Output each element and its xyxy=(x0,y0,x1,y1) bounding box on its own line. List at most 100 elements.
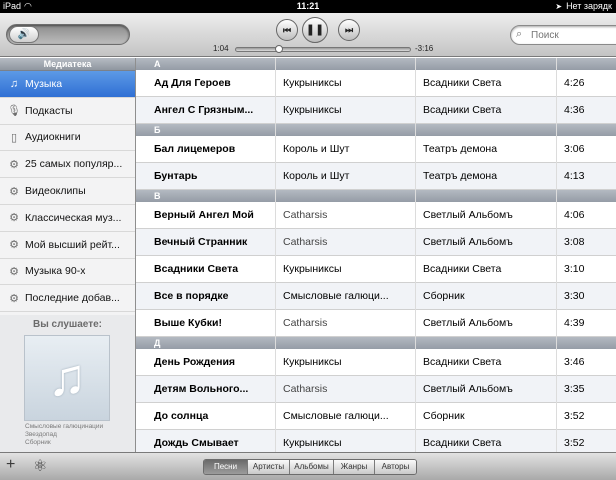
album-artwork[interactable]: ♫ xyxy=(24,335,110,421)
song-sections: А Ад Для Героев Кукрыниксы Всадники Света 4:… xyxy=(136,58,616,452)
sidebar-item-label: Музыка 90-х xyxy=(25,265,86,278)
column-divider xyxy=(275,58,276,452)
song-row[interactable]: Бал лицемеров Король и Шут Театръ демона 3:… xyxy=(136,136,616,163)
clock: 11:21 xyxy=(296,1,320,11)
sidebar-item[interactable]: ⚙ 25 самых популяр... xyxy=(0,151,135,179)
song-duration: 4:06 xyxy=(564,209,585,221)
sidebar-item-label: 25 самых популяр... xyxy=(25,158,123,171)
sidebar-item-label: Мой высший рейт... xyxy=(25,238,120,251)
sidebar-item[interactable]: ♫ Музыка xyxy=(0,71,135,98)
book-icon: ▯ xyxy=(10,131,18,144)
gear-icon: ⚙ xyxy=(9,212,19,225)
song-artist: Catharsis xyxy=(283,317,328,329)
now-playing-album: Смысловые галюцинации xyxy=(25,423,104,430)
song-row[interactable]: Верный Ангел Мой Catharsis Светлый Альбомъ… xyxy=(136,202,616,229)
sidebar-item-label: Подкасты xyxy=(25,104,73,117)
song-row[interactable]: Вечный Странник Catharsis Светлый Альбомъ 3… xyxy=(136,229,616,256)
sidebar-item-label: Музыка xyxy=(25,77,63,90)
song-album: Сборник xyxy=(423,290,465,302)
sidebar-item[interactable]: ⚙ Последние добав... xyxy=(0,285,135,313)
song-title: Всадники Света xyxy=(154,263,239,275)
song-row[interactable]: Все в порядке Смысловые галюци... Сборник 3… xyxy=(136,283,616,310)
song-album: Сборник xyxy=(423,410,465,422)
song-artist: Catharsis xyxy=(283,209,328,221)
song-row[interactable]: Выше Кубки! Catharsis Светлый Альбомъ 4:39 xyxy=(136,310,616,337)
view-segmented-control: Песни Артисты Альбомы Жанры Авторы xyxy=(203,459,417,475)
tab-4[interactable]: Авторы xyxy=(375,460,416,474)
sidebar-item-label: Видеоклипы xyxy=(25,185,86,198)
song-album: Светлый Альбомъ xyxy=(423,236,513,248)
remaining-time: -3:16 xyxy=(415,44,434,53)
song-album: Всадники Света xyxy=(423,437,502,449)
song-title: Верный Ангел Мой xyxy=(154,209,254,221)
gear-icon: ⚙ xyxy=(9,239,19,252)
genius-icon[interactable]: ⚛ xyxy=(33,456,47,476)
song-title: Выше Кубки! xyxy=(154,317,222,329)
song-title: Ангел С Грязным... xyxy=(154,104,254,116)
song-artist: Catharsis xyxy=(283,236,328,248)
sidebar-item-label: Аудиокниги xyxy=(25,131,81,144)
song-artist: Кукрыниксы xyxy=(283,104,342,116)
song-row[interactable]: Ангел С Грязным... Кукрыниксы Всадники Све… xyxy=(136,97,616,124)
tab-1[interactable]: Артисты xyxy=(248,460,290,474)
battery-status: ➤ Нет зарядк xyxy=(555,0,612,13)
song-row[interactable]: Всадники Света Кукрыниксы Всадники Света 3:… xyxy=(136,256,616,283)
sidebar-item-label: Классическая муз... xyxy=(25,211,122,224)
song-title: Дождь Смывает xyxy=(154,437,239,449)
now-playing-panel: Вы слушаете: ♫ Смысловые галюцинации Зве… xyxy=(0,315,135,452)
song-duration: 4:13 xyxy=(564,170,585,182)
music-note-icon: ♫ xyxy=(9,77,19,90)
song-row[interactable]: День Рождения Кукрыниксы Всадники Света 3:4… xyxy=(136,349,616,376)
rewind-button[interactable]: ⏮ xyxy=(276,19,298,41)
progress-scrubber[interactable] xyxy=(235,45,411,53)
music-note-icon: ♫ xyxy=(47,349,87,407)
fast-forward-button[interactable]: ⏭ xyxy=(338,19,360,41)
song-row[interactable]: Детям Вольного... Catharsis Светлый Альбом… xyxy=(136,376,616,403)
song-title: День Рождения xyxy=(154,356,236,368)
song-duration: 3:52 xyxy=(564,437,585,449)
tab-0[interactable]: Песни xyxy=(204,460,248,474)
library-sidebar: Медиатека ♫ Музыка 🎙 Подкасты ▯ Аудиокниги ⚙ 25… xyxy=(0,58,136,452)
search-input[interactable] xyxy=(531,28,616,42)
sidebar-item[interactable]: ⚙ Мой высший рейт... xyxy=(0,232,135,259)
song-album: Светлый Альбомъ xyxy=(423,317,513,329)
song-duration: 3:35 xyxy=(564,383,585,395)
search-box[interactable]: ⌕ xyxy=(510,25,616,45)
sidebar-item[interactable]: ⚙ Классическая муз... xyxy=(0,205,135,232)
song-row[interactable]: Бунтарь Король и Шут Театръ демона 4:13 xyxy=(136,163,616,190)
song-duration: 4:39 xyxy=(564,317,585,329)
now-playing-track: Звездопад xyxy=(25,431,57,438)
song-title: Бал лицемеров xyxy=(154,143,236,155)
song-duration: 3:30 xyxy=(564,290,585,302)
elapsed-time: 1:04 xyxy=(213,44,229,53)
song-duration: 3:10 xyxy=(564,263,585,275)
pause-button[interactable]: ❚❚ xyxy=(302,17,328,43)
song-row[interactable]: Ад Для Героев Кукрыниксы Всадники Света 4:2… xyxy=(136,70,616,97)
song-artist: Смысловые галюци... xyxy=(283,290,389,302)
sidebar-item[interactable]: ⚙ Видеоклипы xyxy=(0,178,135,205)
tab-2[interactable]: Альбомы xyxy=(290,460,334,474)
song-album: Светлый Альбомъ xyxy=(423,383,513,395)
song-row[interactable]: Дождь Смывает Кукрыниксы Всадники Света 3:5… xyxy=(136,430,616,452)
song-artist: Кукрыниксы xyxy=(283,356,342,368)
song-list: А Ад Для Героев Кукрыниксы Всадники Света 4:… xyxy=(136,58,616,452)
speaker-icon[interactable]: 🔊 xyxy=(9,26,39,43)
volume-slider[interactable]: 🔊 xyxy=(6,24,130,45)
gear-icon: ⚙ xyxy=(9,158,19,171)
tab-3[interactable]: Жанры xyxy=(334,460,375,474)
sidebar-item[interactable]: 🎙 Подкасты xyxy=(0,98,135,125)
add-playlist-icon[interactable]: + xyxy=(6,456,15,474)
song-album: Всадники Света xyxy=(423,356,502,368)
section-header: А xyxy=(136,58,616,70)
column-divider xyxy=(415,58,416,452)
player-toolbar: 🔊 ⏮ ❚❚ ⏭ 1:04 -3:16 ⌕ xyxy=(0,13,616,57)
song-row[interactable]: До солнца Смысловые галюци... Сборник 3:52 xyxy=(136,403,616,430)
sidebar-list: ♫ Музыка 🎙 Подкасты ▯ Аудиокниги ⚙ 25 самых поп… xyxy=(0,71,135,313)
battery-status-text: Нет зарядк xyxy=(566,1,612,11)
gear-icon: ⚙ xyxy=(9,265,19,278)
podcast-icon: 🎙 xyxy=(7,105,21,118)
sidebar-item[interactable]: ⚙ Музыка 90-х xyxy=(0,259,135,286)
sidebar-item[interactable]: ▯ Аудиокниги xyxy=(0,125,135,152)
scrubber-knob[interactable] xyxy=(274,45,283,53)
song-title: Детям Вольного... xyxy=(154,383,249,395)
